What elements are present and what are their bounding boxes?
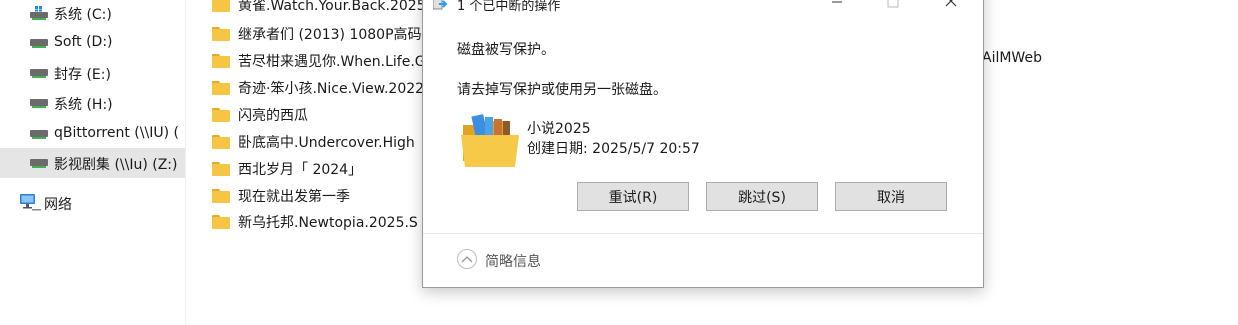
close-button[interactable] [941,0,961,13]
windows-drive-icon [30,6,48,20]
nav-item-drive-d[interactable]: Soft (D:) [0,28,185,58]
item-created-date: 创建日期: 2025/5/7 20:57 [527,141,700,157]
minimize-button[interactable] [827,0,847,13]
folder-icon [212,0,230,12]
nav-item-network[interactable]: 网络 [0,188,185,218]
retry-button[interactable]: 重试(R) [577,182,689,211]
item-name: 小说2025 [527,121,591,137]
list-item[interactable]: 苦尽柑来遇见你.When.Life.Gives [212,48,432,76]
instruction-text: 请去掉写保护或使用另一张磁盘。 [457,82,667,98]
network-drive-icon [30,127,48,141]
nav-item-label: 系统 (C:) [54,7,112,23]
folder-icon [212,81,230,95]
folder-icon [212,189,230,203]
chevron-up-icon [461,256,473,263]
folder-icon [212,108,230,122]
drive-icon [30,66,48,80]
list-item[interactable]: 闪亮的西瓜 [212,102,432,130]
file-name: 闪亮的西瓜 [238,108,308,124]
list-item[interactable]: 西北岁月「 2024」 [212,156,432,184]
collapse-details-button[interactable] [457,249,477,269]
folder-icon [212,215,230,229]
nav-item-label: Soft (D:) [54,34,113,50]
details-toggle-label[interactable]: 简略信息 [485,251,541,271]
list-item[interactable]: 卧底高中.Undercover.High [212,129,432,157]
list-item[interactable]: 奇迹·笨小孩.Nice.View.2022 [212,75,432,103]
nav-item-label: 封存 (E:) [54,67,111,83]
nav-item-network-drive-qbittorrent[interactable]: qBittorrent (\\IU) ( [0,119,185,149]
maximize-button[interactable] [883,0,903,13]
network-drive-icon [30,156,48,170]
file-move-icon [432,0,449,10]
folder-icon [212,135,230,149]
list-item[interactable]: 继承者们 (2013) 1080P高码 [212,21,432,49]
folder-with-files-icon [461,111,519,169]
folder-icon [212,27,230,41]
error-message: 磁盘被写保护。 [457,42,555,58]
dialog-separator [423,233,983,234]
list-item[interactable]: 新乌托邦.Newtopia.2025.S [212,209,432,237]
cancel-button[interactable]: 取消 [835,182,947,211]
nav-item-drive-e[interactable]: 封存 (E:) [0,58,185,88]
nav-item-label: qBittorrent (\\IU) ( [54,125,179,141]
file-name: 苦尽柑来遇见你.When.Life.Gives [238,54,432,70]
drive-icon [30,96,48,110]
navigation-pane: 系统 (C:) Soft (D:) 封存 (E:) 系统 (H:) qBitto… [0,0,186,325]
file-name-partial: AilMWeb [982,50,1042,66]
nav-item-drive-h[interactable]: 系统 (H:) [0,88,185,118]
file-name: 现在就出发第一季 [238,189,350,205]
list-item[interactable]: 黄雀.Watch.Your.Back.2025 [212,0,432,20]
nav-item-label: 影视剧集 (\\Iu) (Z:) [54,157,178,173]
network-icon [20,194,42,212]
dialog-titlebar[interactable]: 1 个已中断的操作 [423,0,983,14]
nav-item-label: 网络 [44,197,72,213]
dialog-title: 1 个已中断的操作 [457,0,561,14]
file-name: 奇迹·笨小孩.Nice.View.2022 [238,81,425,97]
interrupted-operation-dialog: 1 个已中断的操作 磁盘被写保护。 请去掉写保护或使用另一张磁盘。 小说2025… [422,0,984,288]
drive-icon [30,36,48,50]
nav-item-network-drive-z[interactable]: 影视剧集 (\\Iu) (Z:) [0,148,185,178]
nav-item-drive-c[interactable]: 系统 (C:) [0,0,185,28]
file-name: 卧底高中.Undercover.High [238,135,415,151]
file-name: 新乌托邦.Newtopia.2025.S [238,215,418,231]
skip-button[interactable]: 跳过(S) [706,182,818,211]
folder-icon [212,54,230,68]
file-name: 黄雀.Watch.Your.Back.2025 [238,0,426,14]
file-name: 西北岁月「 2024」 [238,162,363,178]
file-name: 继承者们 (2013) 1080P高码 [238,27,422,43]
list-item[interactable]: 现在就出发第一季 [212,183,432,211]
folder-icon [212,162,230,176]
nav-item-label: 系统 (H:) [54,97,113,113]
